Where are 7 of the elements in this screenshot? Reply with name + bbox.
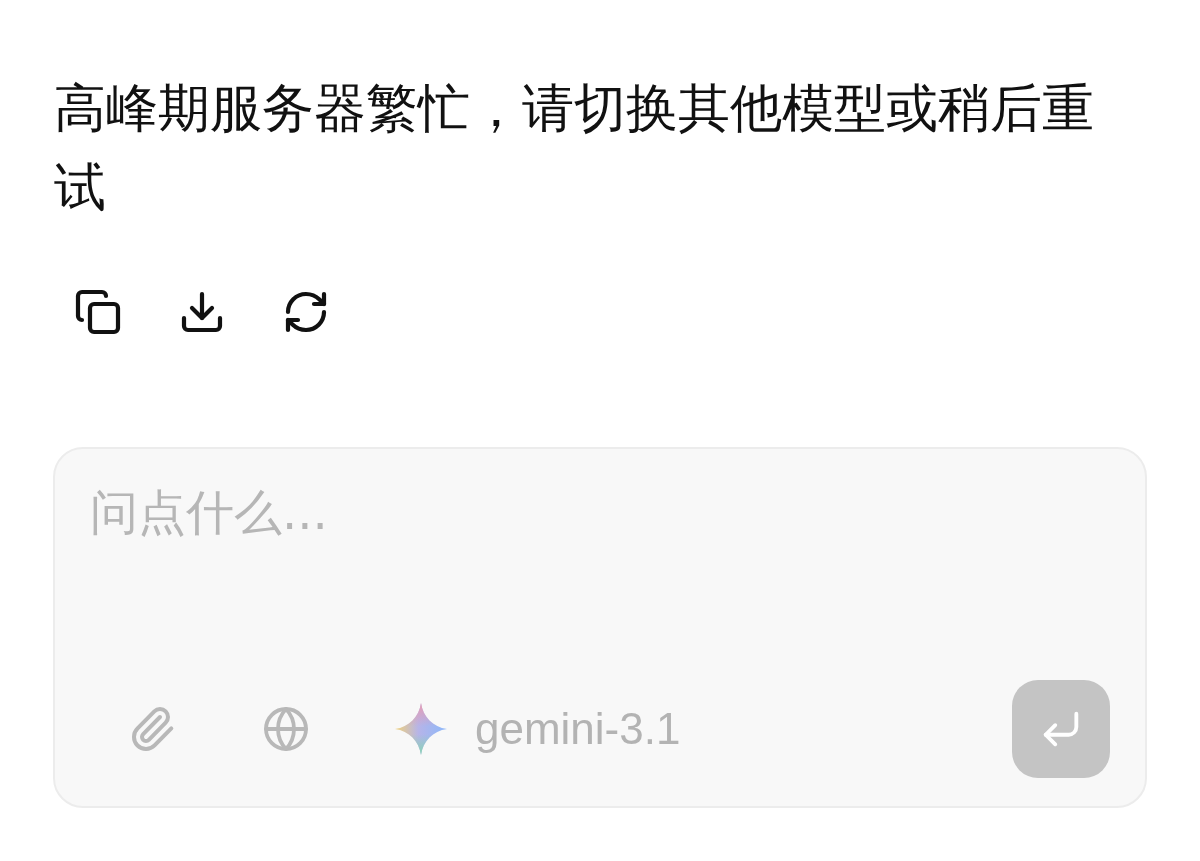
model-selector[interactable]: gemini-3.1 xyxy=(395,703,681,755)
copy-button[interactable] xyxy=(74,288,122,336)
globe-icon xyxy=(262,705,310,753)
message-input[interactable]: 问点什么... xyxy=(90,481,1110,680)
message-text: 高峰期服务器繁忙，请切换其他模型或稍后重试 xyxy=(54,78,1095,218)
chat-input-box[interactable]: 问点什么... gemini-3.1 xyxy=(53,447,1147,808)
copy-icon xyxy=(74,288,122,336)
